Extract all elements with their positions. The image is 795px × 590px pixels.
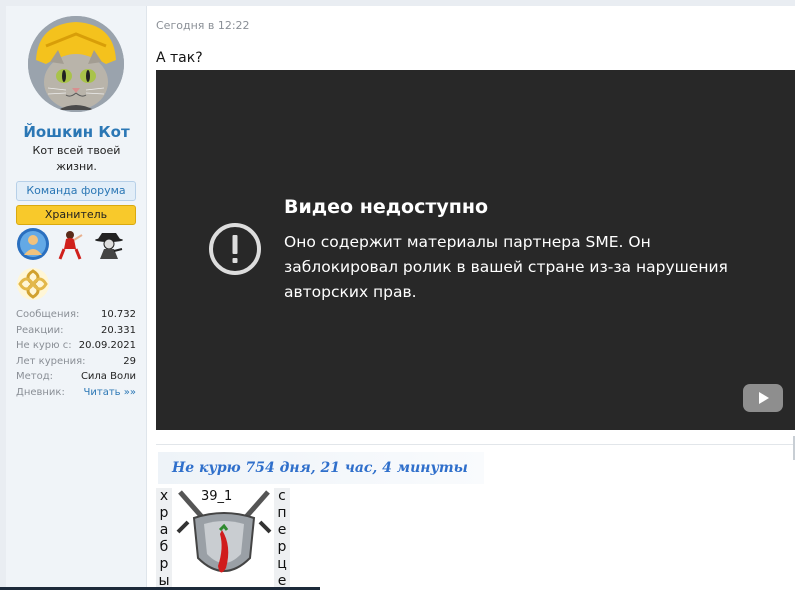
user-title: Кот всей твоей жизни. [16, 143, 137, 175]
forum-post: Йошкин Кот Кот всей твоей жизни. Команда… [0, 0, 795, 590]
stat-key: Дневник: [16, 386, 65, 398]
stat-value: 10.732 [101, 309, 136, 320]
vertical-letter: е [277, 522, 287, 538]
stat-key: Метод: [16, 371, 54, 382]
video-unavailable-description: Оно содержит материалы партнера SME. Он … [284, 233, 728, 301]
signature-divider [156, 444, 795, 445]
diary-read-link[interactable]: Читать »» [84, 385, 136, 401]
vertical-letter: б [159, 539, 169, 555]
avatar[interactable] [28, 16, 124, 112]
author-sidebar: Йошкин Кот Кот всей твоей жизни. Команда… [6, 6, 147, 590]
vertical-letter: ц [277, 556, 287, 572]
banner-forum-team: Команда форума [16, 181, 136, 201]
youtube-logo-icon[interactable] [743, 384, 783, 412]
stat-value: 20.331 [101, 324, 136, 336]
post-text: А так? [156, 50, 203, 66]
stat-key: Сообщения: [16, 309, 80, 320]
stat-method: Метод: Сила Воли [16, 369, 136, 385]
stat-smoking-years: Лет курения: 29 [16, 354, 136, 370]
stat-value: 20.09.2021 [78, 340, 136, 351]
badge-label: 39_1 [201, 489, 233, 504]
banner-keeper: Хранитель [16, 205, 136, 225]
blue-person-icon[interactable] [16, 227, 50, 261]
vertical-text-left: х р а б р ы [156, 488, 172, 590]
user-title-line1: Кот всей твоей [32, 144, 121, 157]
post-timestamp[interactable]: Сегодня в 12:22 [156, 19, 250, 32]
vertical-letter: п [277, 505, 287, 521]
spy-icon[interactable] [92, 227, 126, 261]
cat-avatar-image [28, 16, 124, 112]
user-stats: Сообщения: 10.732 Реакции: 20.331 Не кур… [16, 307, 136, 400]
signature-badge: х р а б р ы 39_1 с п е р ц е [156, 488, 311, 590]
vertical-letter: р [277, 539, 287, 555]
stat-key: Лет курения: [16, 355, 86, 367]
stat-not-smoking-since: Не курю с: 20.09.2021 [16, 338, 136, 354]
video-unavailable-title: Видео недоступно [284, 196, 489, 218]
stat-messages: Сообщения: 10.732 [16, 307, 136, 323]
vertical-letter: р [159, 556, 169, 572]
signature-counter-bar: Не курю 754 дня, 21 час, 4 минуты [158, 452, 484, 484]
stat-reactions: Реакции: 20.331 [16, 323, 136, 339]
stat-value: 29 [123, 355, 136, 367]
vertical-text-right: с п е р ц е [274, 488, 290, 590]
stat-value: Сила Воли [80, 371, 136, 382]
stat-key: Реакции: [16, 324, 64, 336]
exclamation-icon [208, 222, 262, 276]
vertical-letter: р [159, 505, 169, 521]
post-content: Сегодня в 12:22 А так? Видео недоступно … [147, 6, 795, 590]
username[interactable]: Йошкин Кот [6, 123, 147, 141]
vertical-letter: а [159, 522, 169, 538]
stat-diary: Дневник: Читать »» [16, 385, 136, 401]
stat-key: Не курю с: [16, 340, 72, 351]
not-smoking-counter: Не курю 754 дня, 21 час, 4 минуты [172, 460, 468, 476]
video-embed[interactable]: Видео недоступно Оно содержит материалы … [156, 70, 795, 430]
gold-knot-icon[interactable] [16, 267, 50, 301]
user-title-line2: жизни. [56, 160, 97, 173]
vertical-letter: с [278, 488, 286, 504]
vertical-letter: х [159, 488, 169, 504]
red-dancer-icon[interactable] [54, 227, 88, 261]
